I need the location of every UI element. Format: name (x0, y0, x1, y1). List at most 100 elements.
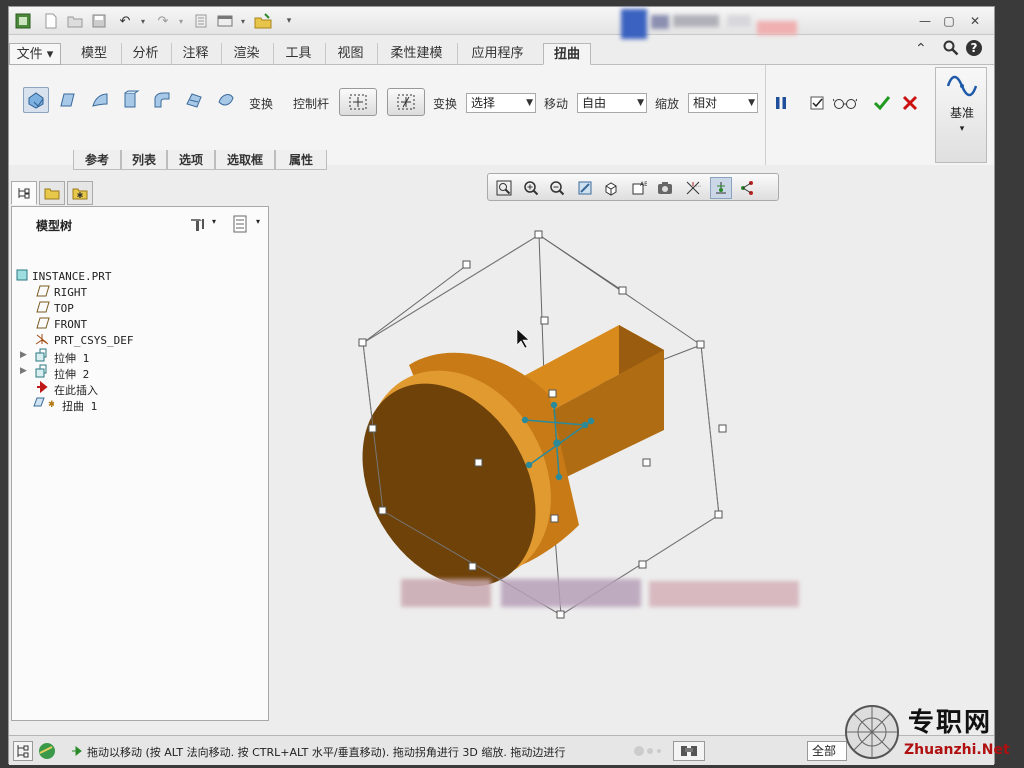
datum-display-icon[interactable]: ⋯ (682, 177, 704, 199)
control-rod-label: 控制杆 (293, 97, 330, 111)
tree-item-csys[interactable]: PRT_CSYS_DEF (54, 334, 133, 347)
find-icon[interactable] (673, 741, 705, 761)
subtab-marquee[interactable]: 选取框 (215, 150, 275, 170)
subtab-list[interactable]: 列表 (121, 150, 167, 170)
windows-icon[interactable] (215, 11, 235, 31)
stretch-tool-icon[interactable] (117, 87, 143, 113)
spin-center-icon[interactable] (710, 177, 732, 199)
display-style-icon[interactable] (600, 177, 622, 199)
tab-warp[interactable]: 扭曲 (543, 43, 591, 65)
graphics-area[interactable] (349, 225, 749, 635)
scale-select[interactable]: 相对 ▼ (688, 93, 758, 113)
warp-tool-icon[interactable] (55, 87, 81, 113)
model-body[interactable] (349, 325, 664, 618)
subtab-properties[interactable]: 属性 (275, 150, 327, 170)
save-icon[interactable] (89, 11, 109, 31)
tab-applications[interactable]: 应用程序 (457, 43, 537, 65)
tree-item-part[interactable]: INSTANCE.PRT (32, 270, 111, 283)
datum-group[interactable]: 基准 ▾ (935, 67, 987, 163)
datum-curve-icon (946, 74, 978, 101)
control-rod-button-2[interactable] (387, 88, 425, 116)
datum-dropdown-icon[interactable]: ▾ (936, 124, 988, 134)
open-file-icon[interactable] (65, 11, 85, 31)
tree-item-extrude-2[interactable]: 拉伸 2 (54, 366, 89, 382)
expand-arrow-icon[interactable]: ▶ (20, 366, 27, 376)
tab-flexible-modeling[interactable]: 柔性建模 (377, 43, 455, 65)
toggle-navigator-icon[interactable] (13, 741, 33, 761)
maximize-icon[interactable]: ▢ (939, 12, 959, 30)
spine-tool-icon[interactable] (87, 87, 113, 113)
tree-item-extrude-1[interactable]: 拉伸 1 (54, 350, 89, 366)
accept-check-icon[interactable] (873, 95, 891, 114)
transform-label: 变换 (249, 97, 274, 111)
sculpt-tool-icon[interactable] (213, 87, 239, 113)
saved-views-icon[interactable]: AB (628, 177, 650, 199)
redo-icon[interactable]: ↷ (153, 11, 173, 31)
tab-render[interactable]: 渲染 (221, 43, 271, 65)
tab-favorites[interactable]: ✱ (67, 181, 93, 205)
warp-icon: ✱ (32, 396, 56, 413)
subtab-options[interactable]: 选项 (167, 150, 215, 170)
tree-item-front[interactable]: FRONT (54, 318, 87, 331)
annotation-display-icon[interactable] (736, 177, 758, 199)
ribbon-tab-bar: 文件 ▾ 模型 分析 注释 渲染 工具 视图 柔性建模 应用程序 扭曲 (9, 43, 994, 65)
tree-item-right[interactable]: RIGHT (54, 286, 87, 299)
preview-glasses-icon[interactable] (832, 96, 858, 113)
move-label: 移动 (544, 97, 569, 111)
undo-icon[interactable]: ↶ (115, 11, 135, 31)
svg-text:✱: ✱ (48, 400, 54, 410)
customize-toolbar-icon[interactable]: ▾ (279, 11, 299, 31)
pause-icon[interactable] (773, 95, 789, 114)
datum-label: 基准 (949, 106, 974, 120)
redo-dropdown-icon[interactable]: ▾ (171, 11, 191, 31)
tab-model-tree[interactable] (11, 181, 37, 205)
mouse-cursor-icon (516, 328, 530, 349)
verify-checkbox-icon[interactable] (809, 95, 825, 114)
control-rod-button-1[interactable] (339, 88, 377, 116)
undo-dropdown-icon[interactable]: ▾ (133, 11, 153, 31)
tab-tools[interactable]: 工具 (273, 43, 323, 65)
tab-analysis[interactable]: 分析 (121, 43, 169, 65)
watermark-url: Zhuanzhi.Net (904, 742, 1010, 758)
browser-globe-icon[interactable] (37, 741, 59, 761)
zoom-out-icon[interactable] (546, 177, 568, 199)
tree-item-top[interactable]: TOP (54, 302, 74, 315)
transform2-label: 变换 (433, 97, 458, 111)
tree-settings-dropdown-icon[interactable]: ▾ (212, 217, 216, 226)
watermark-text: 专职网 (908, 708, 993, 738)
tree-item-insert-here[interactable]: 在此插入 (54, 382, 98, 398)
close-icon[interactable]: ✕ (965, 12, 985, 30)
regenerate-icon[interactable] (191, 11, 211, 31)
minimize-icon[interactable]: — (915, 12, 935, 30)
windows-dropdown-icon[interactable]: ▾ (233, 11, 253, 31)
tree-settings-icon[interactable] (188, 215, 210, 236)
cancel-x-icon[interactable] (902, 95, 918, 114)
refit-icon[interactable] (493, 177, 515, 199)
subtab-references[interactable]: 参考 (73, 150, 121, 170)
tab-file[interactable]: 文件 ▾ (9, 43, 61, 65)
tab-annotate[interactable]: 注释 (171, 43, 219, 65)
transform-tool-icon[interactable] (23, 87, 49, 113)
view-manager-icon[interactable] (654, 177, 676, 199)
move-select[interactable]: 自由 ▼ (577, 93, 647, 113)
tree-item-warp-1[interactable]: 扭曲 1 (62, 398, 97, 414)
repaint-icon[interactable] (574, 177, 596, 199)
twist-tool-icon[interactable] (181, 87, 207, 113)
blurred-title-part (757, 21, 797, 35)
close-window-icon[interactable] (253, 11, 273, 31)
tab-model[interactable]: 模型 (69, 43, 119, 65)
tree-show-icon[interactable] (232, 215, 248, 236)
bend-tool-icon[interactable] (149, 87, 175, 113)
blurred-title-logo (621, 9, 647, 39)
application-window: ↶ ▾ ↷ ▾ ▾ ▾ — ▢ ✕ ⌃ ? 文件 ▾ 模型 分析 注释 渲染 工… (8, 6, 995, 765)
zoom-in-icon[interactable] (520, 177, 542, 199)
datum-plane-icon (36, 317, 50, 332)
new-file-icon[interactable] (41, 11, 61, 31)
tab-folder-browser[interactable] (39, 181, 65, 205)
transform-select[interactable]: 选择 ▼ (466, 93, 536, 113)
blurred-caption (501, 579, 641, 607)
view-toolbar: AB ⋯ (487, 173, 779, 201)
tab-view[interactable]: 视图 (325, 43, 375, 65)
expand-arrow-icon[interactable]: ▶ (20, 350, 27, 360)
tree-show-dropdown-icon[interactable]: ▾ (256, 217, 260, 226)
